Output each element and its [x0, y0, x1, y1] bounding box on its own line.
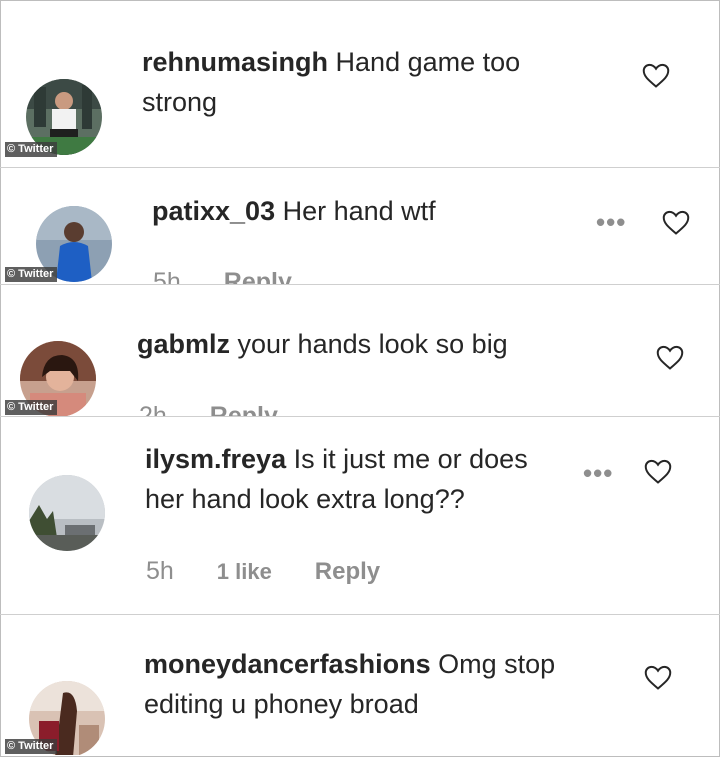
- heart-outline-icon[interactable]: [644, 459, 672, 485]
- reply-link[interactable]: Reply: [224, 268, 292, 284]
- comment-body: Her hand wtf: [282, 196, 436, 226]
- comment-text: moneydancerfashions Omg stop editing u p…: [144, 644, 614, 724]
- image-credit: © Twitter: [5, 267, 58, 282]
- more-options-icon[interactable]: •••: [583, 460, 613, 486]
- comment-username[interactable]: moneydancerfashions: [144, 649, 431, 679]
- more-options-icon[interactable]: •••: [596, 209, 626, 235]
- heart-outline-icon[interactable]: [656, 345, 684, 371]
- comment-username[interactable]: ilysm.freya: [145, 444, 286, 474]
- comment-panel-2: © Twitter patixx_03 Her hand wtf ••• 5h …: [1, 168, 719, 284]
- comment-time: 5h: [153, 268, 181, 284]
- heart-outline-icon[interactable]: [644, 665, 672, 691]
- comment-body: your hands look so big: [237, 329, 508, 359]
- comment-meta-cut: 5h Reply: [153, 268, 292, 284]
- comment-panel-5: © Twitter moneydancerfashions Omg stop e…: [1, 615, 719, 755]
- comment-username[interactable]: gabmlz: [137, 329, 230, 359]
- heart-outline-icon[interactable]: [662, 210, 690, 236]
- reply-link[interactable]: Reply: [210, 402, 278, 416]
- comment-time: 2h: [139, 402, 167, 416]
- image-credit: © Twitter: [5, 400, 58, 415]
- comment-body-line1: Omg stop: [438, 649, 556, 679]
- comment-text: rehnumasingh Hand game too strong: [142, 42, 612, 122]
- comment-body-line1: Is it just me or does: [293, 444, 528, 474]
- comment-text: patixx_03 Her hand wtf: [152, 191, 572, 231]
- comment-body-line2: strong: [142, 87, 218, 117]
- comment-meta-cut: 2h Reply: [139, 402, 278, 416]
- text-fade: [549, 439, 583, 479]
- avatar[interactable]: [29, 475, 105, 551]
- reply-link[interactable]: Reply: [315, 558, 380, 585]
- comment-time: 5h: [146, 557, 174, 585]
- comment-text: gabmlz your hands look so big: [137, 324, 597, 364]
- image-credit: © Twitter: [5, 739, 58, 754]
- comment-body-line2: editing u phoney broad: [144, 689, 419, 719]
- image-credit: © Twitter: [5, 142, 58, 157]
- comment-username[interactable]: rehnumasingh: [142, 47, 328, 77]
- comment-panel-4: ilysm.freya Is it just me or does her ha…: [1, 417, 719, 614]
- comment-text: ilysm.freya Is it just me or does her ha…: [145, 439, 585, 519]
- comment-body-line2: her hand look extra long??: [145, 484, 465, 514]
- like-count[interactable]: 1 like: [217, 559, 272, 584]
- comment-body-line1: Hand game too: [335, 47, 521, 77]
- comment-panel-3: © Twitter gabmlz your hands look so big …: [1, 285, 719, 416]
- comment-username[interactable]: patixx_03: [152, 196, 275, 226]
- heart-outline-icon[interactable]: [642, 63, 670, 89]
- comment-meta: 5h 1 like Reply: [146, 557, 416, 586]
- comment-panel-1: © Twitter rehnumasingh Hand game too str…: [1, 1, 719, 167]
